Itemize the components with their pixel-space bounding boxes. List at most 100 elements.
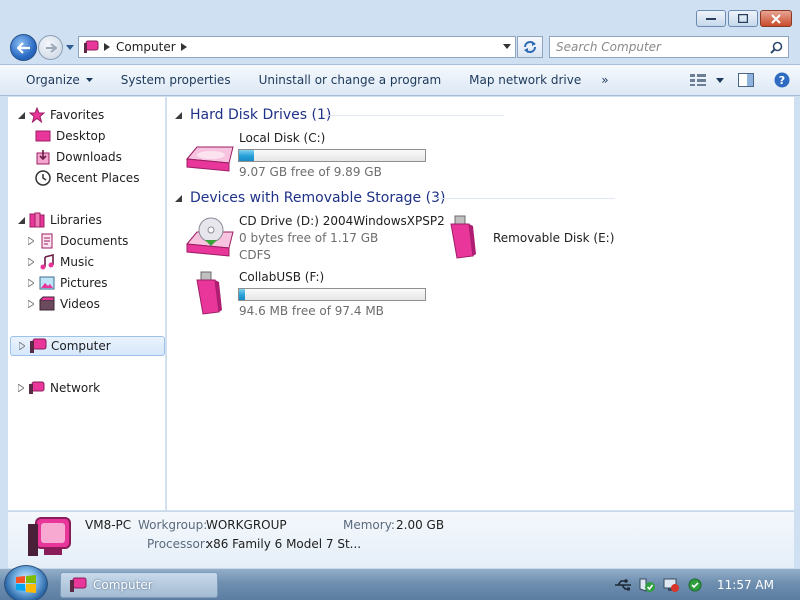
more-commands-button[interactable]: »	[601, 73, 608, 87]
drive-d-filesystem: CDFS	[239, 248, 271, 262]
view-options-icon	[690, 74, 706, 86]
address-dropdown-icon[interactable]	[503, 44, 511, 50]
nav-videos-label: Videos	[60, 297, 100, 311]
uninstall-program-label: Uninstall or change a program	[258, 73, 442, 87]
nav-network[interactable]: Network	[16, 378, 100, 398]
chevron-right-icon[interactable]	[180, 43, 187, 51]
collapsed-triangle-icon[interactable]	[26, 236, 36, 246]
nav-computer[interactable]: Computer	[10, 336, 165, 356]
navigation-pane: Favorites Desktop Downloads Recent Place…	[8, 97, 166, 510]
chevron-right-icon	[104, 43, 110, 51]
organize-label: Organize	[26, 73, 80, 87]
map-network-drive-button[interactable]: Map network drive	[455, 65, 595, 95]
search-box[interactable]	[549, 36, 789, 58]
search-icon[interactable]	[770, 41, 783, 54]
nav-documents-label: Documents	[60, 234, 129, 248]
nav-libraries[interactable]: Libraries	[16, 210, 102, 230]
group-header-hard-disk-drives[interactable]: Hard Disk Drives (1)	[175, 105, 331, 125]
organize-button[interactable]: Organize	[0, 65, 107, 95]
collapsed-triangle-icon[interactable]	[26, 299, 36, 309]
group-header-removable-storage[interactable]: Devices with Removable Storage (3)	[175, 188, 445, 208]
windows-logo-icon	[16, 575, 36, 593]
nav-favorites[interactable]: Favorites	[16, 105, 104, 125]
desktop-icon	[34, 128, 52, 144]
uninstall-program-button[interactable]: Uninstall or change a program	[245, 65, 456, 95]
memory-value: 2.00 GB	[396, 518, 445, 532]
preview-pane-icon	[738, 73, 754, 87]
group-title: Hard Disk Drives (1)	[190, 107, 332, 123]
start-button[interactable]	[4, 565, 48, 600]
nav-pictures[interactable]: Pictures	[26, 273, 108, 293]
nav-downloads[interactable]: Downloads	[34, 147, 122, 167]
drive-item-e[interactable]: Removable Disk (E:)	[443, 214, 623, 266]
forward-button[interactable]	[38, 35, 63, 60]
network-icon	[28, 380, 46, 396]
drive-item-c[interactable]: Local Disk (C:) 9.07 GB free of 9.89 GB	[183, 131, 463, 179]
videos-icon	[38, 296, 56, 312]
explorer-window: Computer Organize System properties Unin…	[0, 0, 800, 568]
maximize-icon	[738, 14, 748, 23]
nav-pictures-label: Pictures	[60, 276, 108, 290]
drive-item-f[interactable]: CollabUSB (F:) 94.6 MB free of 97.4 MB	[183, 270, 463, 320]
view-dropdown-button[interactable]	[712, 65, 728, 95]
content-area: Hard Disk Drives (1) Local Disk (C:) 9.0…	[167, 97, 794, 510]
maximize-button[interactable]	[728, 10, 758, 27]
drive-item-d[interactable]: CD Drive (D:) 2004WindowsXPSP2 0 bytes f…	[183, 214, 445, 266]
clock[interactable]: 11:57 AM	[717, 578, 774, 592]
address-path: Computer	[116, 40, 176, 54]
collapsed-triangle-icon[interactable]	[26, 278, 36, 288]
usb-drive-icon	[196, 271, 222, 315]
cd-drive-icon	[186, 217, 234, 257]
computer-icon	[29, 338, 47, 354]
taskbar-button-computer[interactable]: Computer	[60, 572, 218, 598]
system-properties-button[interactable]: System properties	[107, 65, 245, 95]
nav-downloads-label: Downloads	[56, 150, 122, 164]
address-row: Computer	[0, 32, 800, 62]
collapsed-triangle-icon[interactable]	[26, 257, 36, 267]
volume-tray-icon[interactable]	[684, 575, 706, 595]
nav-music-label: Music	[60, 255, 95, 269]
expanded-triangle-icon[interactable]	[175, 111, 182, 119]
collapsed-triangle-icon[interactable]	[16, 383, 26, 393]
help-button[interactable]: ?	[764, 65, 800, 95]
nav-desktop-label: Desktop	[56, 129, 106, 143]
back-button[interactable]	[10, 34, 37, 61]
recent-pages-dropdown[interactable]	[66, 43, 74, 51]
computer-icon	[84, 40, 99, 53]
processor-label: Processor:	[147, 537, 209, 551]
usb-drive-icon	[450, 215, 476, 259]
address-bar[interactable]: Computer	[78, 36, 516, 58]
nav-music[interactable]: Music	[26, 252, 94, 272]
toolbar-right: ?	[684, 65, 800, 95]
minimize-button[interactable]	[696, 10, 726, 27]
taskbar: Computer 11:57 AM	[0, 565, 800, 600]
refresh-icon	[524, 41, 536, 53]
group-title: Devices with Removable Storage (3)	[190, 190, 446, 206]
expanded-triangle-icon[interactable]	[16, 215, 26, 225]
map-network-drive-label: Map network drive	[469, 73, 582, 87]
collapsed-triangle-icon[interactable]	[17, 341, 27, 351]
group-divider	[324, 115, 504, 116]
action-center-icon[interactable]	[636, 575, 658, 595]
drive-f-usage-fill	[239, 289, 245, 300]
documents-icon	[38, 233, 56, 249]
chevron-down-icon	[85, 77, 93, 82]
change-view-button[interactable]	[684, 65, 712, 95]
close-button[interactable]	[760, 10, 792, 27]
network-tray-icon[interactable]	[660, 575, 682, 595]
drive-c-name: Local Disk (C:)	[239, 131, 326, 145]
nav-documents[interactable]: Documents	[26, 231, 128, 251]
system-properties-label: System properties	[120, 73, 231, 87]
expanded-triangle-icon[interactable]	[175, 194, 182, 202]
nav-desktop[interactable]: Desktop	[34, 126, 106, 146]
usb-tray-icon[interactable]	[612, 575, 634, 595]
nav-recent-places[interactable]: Recent Places	[34, 168, 139, 188]
refresh-button[interactable]	[517, 36, 543, 58]
preview-pane-button[interactable]	[728, 65, 764, 95]
expanded-triangle-icon[interactable]	[16, 110, 26, 120]
computer-icon	[70, 577, 87, 592]
search-input[interactable]	[550, 37, 760, 57]
nav-videos[interactable]: Videos	[26, 294, 100, 314]
group-divider	[435, 198, 615, 199]
drive-f-free: 94.6 MB free of 97.4 MB	[239, 304, 384, 318]
